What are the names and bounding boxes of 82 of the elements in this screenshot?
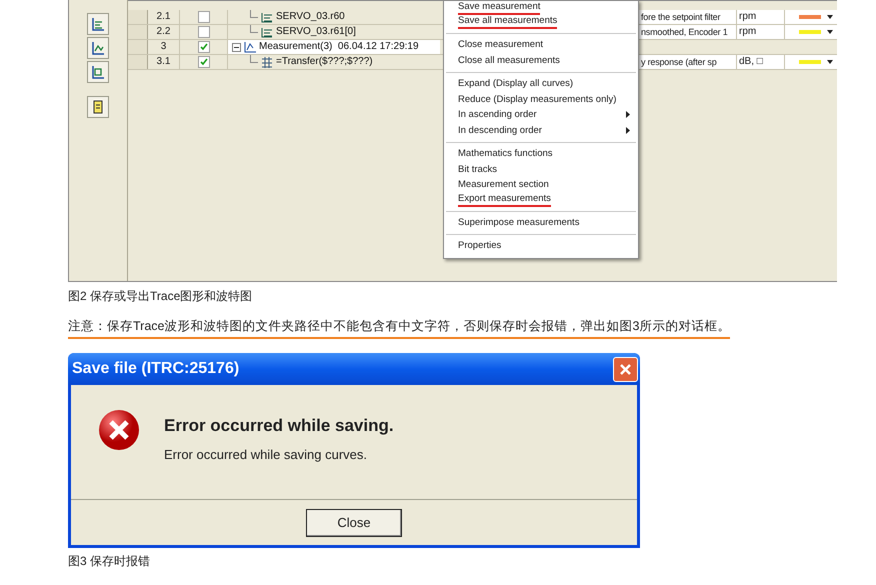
description-cell: fore the setpoint filter — [638, 10, 737, 24]
tree-line-icon — [250, 55, 258, 63]
figure-caption: 图3 保存时报错 — [68, 553, 152, 569]
description-cell: y response (after sp — [638, 55, 737, 69]
color-dropdown[interactable] — [785, 10, 837, 24]
row-number: 2.1 — [148, 10, 180, 24]
note-text: 注意：保存Trace波形和波特图的文件夹路径中不能包含有中文字符，否则保存时会报错，弹出如图3所示的对话框。 — [68, 318, 730, 339]
menu-item-label: Save measurement — [458, 1, 540, 15]
description-cell: nsmoothed, Encoder 1 — [638, 25, 737, 39]
menu-item-label: Mathematics functions — [458, 147, 553, 161]
checkbox[interactable] — [198, 26, 210, 38]
checkbox[interactable] — [198, 56, 210, 68]
unit-cell: dB, □ — [737, 55, 785, 69]
menu-item[interactable]: Superimpose measurements — [446, 214, 636, 230]
chart-icon — [244, 42, 256, 52]
menu-item-label: Measurement section — [458, 178, 549, 192]
menu-item-label: Reduce (Display measurements only) — [458, 92, 616, 106]
row-selector[interactable] — [128, 25, 148, 39]
menu-item-label: In ascending order — [458, 108, 537, 122]
menu-item[interactable]: Bit tracks — [446, 162, 636, 177]
menu-item[interactable]: Measurement section — [446, 177, 636, 192]
menu-item-label: Superimpose measurements — [458, 216, 580, 230]
row-number: 3 — [148, 40, 180, 54]
color-dropdown[interactable] — [785, 25, 837, 39]
close-button[interactable] — [613, 356, 638, 382]
menu-item[interactable]: Properties — [446, 238, 636, 254]
menu-item[interactable]: Reduce (Display measurements only) — [446, 92, 636, 107]
error-heading: Error occurred while saving. — [164, 415, 394, 437]
toolbar-button[interactable] — [87, 13, 109, 35]
toolbar-button[interactable] — [87, 61, 109, 83]
row-selector[interactable] — [128, 10, 148, 24]
chart-icon — [91, 41, 105, 55]
error-icon — [98, 409, 140, 451]
menu-item[interactable]: Mathematics functions — [446, 146, 636, 162]
menu-item[interactable]: Save measurement — [446, 1, 636, 15]
close-icon — [619, 362, 632, 376]
document-icon — [91, 100, 105, 114]
chart-icon — [91, 17, 105, 31]
list-icon — [261, 12, 273, 22]
menu-item[interactable]: In descending order — [446, 122, 636, 138]
tree-label[interactable]: =Transfer($???;$???) — [276, 55, 373, 69]
menu-item[interactable]: Expand (Display all curves) — [446, 76, 636, 92]
menu-item-label: Properties — [458, 239, 502, 253]
toolbar-button[interactable] — [87, 37, 109, 59]
tree-label[interactable]: SERVO_03.r60 — [276, 10, 345, 24]
figure-caption: 图2 保存或导出Trace图形和波特图 — [68, 288, 254, 304]
minus-icon — [234, 44, 239, 50]
expander[interactable] — [232, 42, 241, 52]
close-dialog-button[interactable]: Close — [306, 508, 402, 536]
color-dropdown[interactable] — [785, 55, 837, 69]
tree-label[interactable]: SERVO_03.r61[0] — [276, 25, 356, 39]
menu-item[interactable]: Close measurement — [446, 37, 636, 52]
menu-item-label: In descending order — [458, 124, 542, 138]
menu-item-label: Save all measurements — [458, 15, 558, 29]
grid-icon — [261, 56, 273, 68]
menu-item-label: Close measurement — [458, 38, 544, 52]
menu-item-label: Bit tracks — [458, 162, 498, 176]
toolbar-button[interactable] — [87, 96, 109, 118]
row-selector[interactable] — [128, 40, 148, 54]
unit-cell: rpm — [737, 25, 785, 39]
list-icon — [261, 26, 273, 38]
menu-item[interactable]: In ascending order — [446, 107, 636, 122]
dropdown-arrow-icon — [827, 60, 833, 64]
unit-cell: rpm — [737, 10, 785, 24]
checkbox[interactable] — [198, 41, 210, 53]
row-number: 2.2 — [148, 25, 180, 39]
menu-item-label: Close all measurements — [458, 54, 560, 68]
menu-item[interactable]: Close all measurements — [446, 52, 636, 68]
menu-item-label: Export measurements — [458, 192, 551, 206]
dropdown-arrow-icon — [827, 30, 833, 34]
dropdown-arrow-icon — [827, 15, 833, 19]
row-number: 3.1 — [148, 55, 180, 69]
menu-item[interactable]: Save all measurements — [446, 15, 636, 29]
menu-item[interactable]: Export measurements — [446, 192, 636, 206]
chart-icon — [91, 65, 105, 79]
tree-line-icon — [250, 10, 258, 18]
row-selector[interactable] — [128, 55, 148, 69]
tree-line-icon — [250, 25, 258, 33]
menu-item-label: Expand (Display all curves) — [458, 77, 574, 91]
checkbox[interactable] — [198, 11, 210, 23]
dialog-title: Save file (ITRC:25176) — [72, 359, 240, 379]
error-message: Error occurred while saving curves. — [164, 446, 368, 464]
